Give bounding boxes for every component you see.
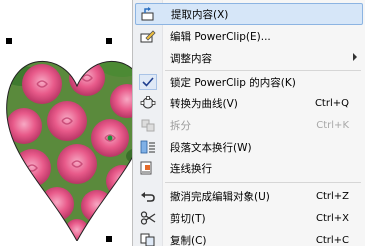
shortcut-text: Ctrl+K xyxy=(316,119,349,131)
menu-item-extract-contents[interactable]: 提取内容(X) xyxy=(135,3,363,25)
menu-item-paragraph-text-wrap[interactable]: 段落文本换行(W) xyxy=(135,136,363,158)
menu-item-label: 剪切(T) xyxy=(170,212,206,225)
undo-icon xyxy=(139,188,157,204)
paragraph-wrap-icon xyxy=(139,139,157,155)
menu-item-adjust-contents[interactable]: 调整内容 xyxy=(135,47,363,69)
menu-item-label: 转换为曲线(V) xyxy=(170,97,238,110)
menu-separator xyxy=(165,182,361,183)
shortcut-text: Ctrl+C xyxy=(315,234,349,246)
drawing-canvas[interactable] xyxy=(0,0,148,246)
menu-item-label: 连线换行 xyxy=(170,162,212,175)
menu-item-label: 复制(C) xyxy=(170,234,207,246)
break-apart-icon xyxy=(139,117,157,133)
menu-item-lock-powerclip-contents[interactable]: 锁定 PowerClip 的内容(K) xyxy=(135,71,363,93)
menu-item-label: 调整内容 xyxy=(170,52,212,65)
shortcut-text: Ctrl+X xyxy=(315,212,349,224)
edit-powerclip-icon xyxy=(139,28,157,44)
shortcut-text: Ctrl+Q xyxy=(314,97,349,109)
menu-item-convert-to-curves[interactable]: 转换为曲线(V) Ctrl+Q xyxy=(135,92,363,114)
menu-item-break-apart[interactable]: 拆分 Ctrl+K xyxy=(135,114,363,136)
shortcut-text: Ctrl+Z xyxy=(315,190,349,202)
menu-item-link-wrap[interactable]: 连线换行 xyxy=(135,157,363,179)
menu-item-label: 段落文本换行(W) xyxy=(170,141,252,154)
link-wrap-icon xyxy=(139,160,157,176)
submenu-arrow-icon xyxy=(353,53,357,61)
selection-handle-top-left[interactable] xyxy=(6,38,12,44)
center-marker xyxy=(107,135,113,141)
context-menu: 提取内容(X) 编辑 PowerClip(E)... 调整内容 锁定 Power… xyxy=(132,0,365,246)
menu-item-label: 锁定 PowerClip 的内容(K) xyxy=(170,76,296,89)
checkmark-icon xyxy=(139,74,157,90)
menu-item-edit-powerclip[interactable]: 编辑 PowerClip(E)... xyxy=(135,25,363,47)
extract-contents-icon xyxy=(140,6,158,22)
menu-item-cut[interactable]: 剪切(T) Ctrl+X xyxy=(135,207,363,229)
menu-item-label: 拆分 xyxy=(170,119,191,132)
menu-item-label: 提取内容(X) xyxy=(171,8,229,21)
menu-item-label: 编辑 PowerClip(E)... xyxy=(170,30,271,43)
selection-handle-top-middle[interactable] xyxy=(106,38,112,44)
copy-icon xyxy=(139,232,157,246)
menu-item-undo-finish-editing[interactable]: 撤消完成编辑对象(U) Ctrl+Z xyxy=(135,185,363,207)
menu-item-label: 撤消完成编辑对象(U) xyxy=(170,190,270,203)
menu-item-copy[interactable]: 复制(C) Ctrl+C xyxy=(135,229,363,246)
convert-to-curves-icon xyxy=(139,95,157,111)
heart-powerclip-image[interactable] xyxy=(2,46,152,241)
scissors-icon xyxy=(139,210,157,226)
